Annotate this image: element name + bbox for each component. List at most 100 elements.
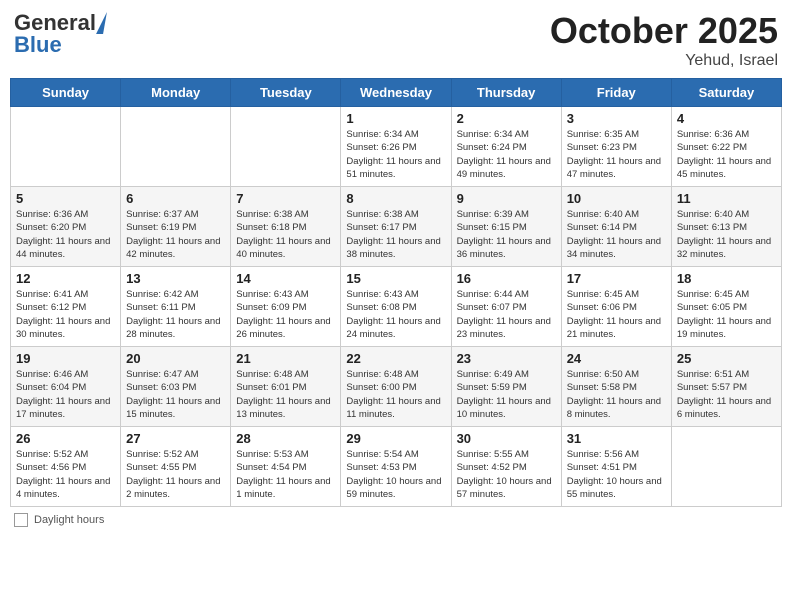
calendar-day-cell: 11 Sunrise: 6:40 AMSunset: 6:13 PMDayligh…: [671, 187, 781, 267]
page-header: General Blue October 2025 Yehud, Israel: [10, 10, 782, 70]
day-number: 5: [16, 191, 115, 206]
calendar-week-row: 26 Sunrise: 5:52 AMSunset: 4:56 PMDayligh…: [11, 427, 782, 507]
day-info: Sunrise: 5:52 AMSunset: 4:56 PMDaylight:…: [16, 448, 115, 501]
weekday-header-sunday: Sunday: [11, 79, 121, 107]
day-info: Sunrise: 6:38 AMSunset: 6:18 PMDaylight:…: [236, 208, 335, 261]
weekday-header-monday: Monday: [121, 79, 231, 107]
day-info: Sunrise: 6:48 AMSunset: 6:00 PMDaylight:…: [346, 368, 445, 421]
day-info: Sunrise: 6:37 AMSunset: 6:19 PMDaylight:…: [126, 208, 225, 261]
calendar-day-cell: [11, 107, 121, 187]
weekday-header-tuesday: Tuesday: [231, 79, 341, 107]
location-heading: Yehud, Israel: [550, 52, 778, 70]
calendar-day-cell: [231, 107, 341, 187]
day-number: 16: [457, 271, 556, 286]
day-info: Sunrise: 6:41 AMSunset: 6:12 PMDaylight:…: [16, 288, 115, 341]
calendar-day-cell: 22 Sunrise: 6:48 AMSunset: 6:00 PMDayligh…: [341, 347, 451, 427]
day-info: Sunrise: 6:40 AMSunset: 6:14 PMDaylight:…: [567, 208, 666, 261]
calendar-day-cell: 7 Sunrise: 6:38 AMSunset: 6:18 PMDaylight…: [231, 187, 341, 267]
day-number: 8: [346, 191, 445, 206]
day-info: Sunrise: 6:47 AMSunset: 6:03 PMDaylight:…: [126, 368, 225, 421]
day-number: 9: [457, 191, 556, 206]
day-number: 2: [457, 111, 556, 126]
day-number: 25: [677, 351, 776, 366]
calendar-day-cell: 5Sunrise: 6:36 AMSunset: 6:20 PMDaylight…: [11, 187, 121, 267]
calendar-day-cell: [671, 427, 781, 507]
day-number: 23: [457, 351, 556, 366]
day-number: 1: [346, 111, 445, 126]
day-info: Sunrise: 6:36 AMSunset: 6:22 PMDaylight:…: [677, 128, 776, 181]
calendar-day-cell: 16 Sunrise: 6:44 AMSunset: 6:07 PMDayligh…: [451, 267, 561, 347]
calendar-day-cell: 31 Sunrise: 5:56 AMSunset: 4:51 PMDayligh…: [561, 427, 671, 507]
day-info: Sunrise: 6:42 AMSunset: 6:11 PMDaylight:…: [126, 288, 225, 341]
weekday-header-friday: Friday: [561, 79, 671, 107]
weekday-header-wednesday: Wednesday: [341, 79, 451, 107]
day-info: Sunrise: 6:45 AMSunset: 6:05 PMDaylight:…: [677, 288, 776, 341]
day-info: Sunrise: 6:34 AMSunset: 6:26 PMDaylight:…: [346, 128, 445, 181]
day-info: Sunrise: 6:43 AMSunset: 6:08 PMDaylight:…: [346, 288, 445, 341]
day-info: Sunrise: 6:38 AMSunset: 6:17 PMDaylight:…: [346, 208, 445, 261]
day-number: 24: [567, 351, 666, 366]
day-number: 6: [126, 191, 225, 206]
calendar-day-cell: 29Sunrise: 5:54 AMSunset: 4:53 PMDayligh…: [341, 427, 451, 507]
calendar-body: 1 Sunrise: 6:34 AMSunset: 6:26 PMDaylight…: [11, 107, 782, 507]
calendar-day-cell: 24 Sunrise: 6:50 AMSunset: 5:58 PMDayligh…: [561, 347, 671, 427]
day-info: Sunrise: 6:44 AMSunset: 6:07 PMDaylight:…: [457, 288, 556, 341]
day-number: 28: [236, 431, 335, 446]
day-info: Sunrise: 5:53 AMSunset: 4:54 PMDaylight:…: [236, 448, 335, 501]
logo-blue: Blue: [14, 32, 62, 58]
day-info: Sunrise: 6:43 AMSunset: 6:09 PMDaylight:…: [236, 288, 335, 341]
calendar-day-cell: 8 Sunrise: 6:38 AMSunset: 6:17 PMDaylight…: [341, 187, 451, 267]
day-number: 21: [236, 351, 335, 366]
day-number: 12: [16, 271, 115, 286]
month-title: October 2025 Yehud, Israel: [550, 10, 778, 70]
calendar-day-cell: 10 Sunrise: 6:40 AMSunset: 6:14 PMDayligh…: [561, 187, 671, 267]
calendar-day-cell: 14Sunrise: 6:43 AMSunset: 6:09 PMDayligh…: [231, 267, 341, 347]
calendar-day-cell: 28 Sunrise: 5:53 AMSunset: 4:54 PMDayligh…: [231, 427, 341, 507]
day-number: 11: [677, 191, 776, 206]
day-info: Sunrise: 5:52 AMSunset: 4:55 PMDaylight:…: [126, 448, 225, 501]
calendar-day-cell: 6 Sunrise: 6:37 AMSunset: 6:19 PMDaylight…: [121, 187, 231, 267]
day-number: 15: [346, 271, 445, 286]
daylight-legend-label: Daylight hours: [34, 514, 104, 526]
day-info: Sunrise: 6:45 AMSunset: 6:06 PMDaylight:…: [567, 288, 666, 341]
day-number: 30: [457, 431, 556, 446]
month-heading: October 2025: [550, 10, 778, 52]
calendar-week-row: 12 Sunrise: 6:41 AMSunset: 6:12 PMDayligh…: [11, 267, 782, 347]
day-number: 10: [567, 191, 666, 206]
calendar-day-cell: 13Sunrise: 6:42 AMSunset: 6:11 PMDayligh…: [121, 267, 231, 347]
weekday-header-row: SundayMondayTuesdayWednesdayThursdayFrid…: [11, 79, 782, 107]
day-number: 27: [126, 431, 225, 446]
calendar-day-cell: 15 Sunrise: 6:43 AMSunset: 6:08 PMDayligh…: [341, 267, 451, 347]
calendar-day-cell: [121, 107, 231, 187]
day-number: 7: [236, 191, 335, 206]
calendar-day-cell: 17 Sunrise: 6:45 AMSunset: 6:06 PMDayligh…: [561, 267, 671, 347]
calendar-day-cell: 12 Sunrise: 6:41 AMSunset: 6:12 PMDayligh…: [11, 267, 121, 347]
day-info: Sunrise: 6:40 AMSunset: 6:13 PMDaylight:…: [677, 208, 776, 261]
day-number: 31: [567, 431, 666, 446]
weekday-header-saturday: Saturday: [671, 79, 781, 107]
day-info: Sunrise: 6:39 AMSunset: 6:15 PMDaylight:…: [457, 208, 556, 261]
calendar-day-cell: 30Sunrise: 5:55 AMSunset: 4:52 PMDayligh…: [451, 427, 561, 507]
calendar-day-cell: 2 Sunrise: 6:34 AMSunset: 6:24 PMDaylight…: [451, 107, 561, 187]
day-number: 26: [16, 431, 115, 446]
day-info: Sunrise: 6:34 AMSunset: 6:24 PMDaylight:…: [457, 128, 556, 181]
calendar-week-row: 1 Sunrise: 6:34 AMSunset: 6:26 PMDaylight…: [11, 107, 782, 187]
daylight-legend-box: [14, 513, 28, 527]
calendar-day-cell: 19 Sunrise: 6:46 AMSunset: 6:04 PMDayligh…: [11, 347, 121, 427]
day-number: 22: [346, 351, 445, 366]
calendar-day-cell: 4Sunrise: 6:36 AMSunset: 6:22 PMDaylight…: [671, 107, 781, 187]
day-info: Sunrise: 6:51 AMSunset: 5:57 PMDaylight:…: [677, 368, 776, 421]
calendar-day-cell: 21Sunrise: 6:48 AMSunset: 6:01 PMDayligh…: [231, 347, 341, 427]
calendar-day-cell: 18 Sunrise: 6:45 AMSunset: 6:05 PMDayligh…: [671, 267, 781, 347]
calendar-day-cell: 1 Sunrise: 6:34 AMSunset: 6:26 PMDaylight…: [341, 107, 451, 187]
day-number: 19: [16, 351, 115, 366]
day-number: 17: [567, 271, 666, 286]
day-info: Sunrise: 6:49 AMSunset: 5:59 PMDaylight:…: [457, 368, 556, 421]
calendar-day-cell: 3Sunrise: 6:35 AMSunset: 6:23 PMDaylight…: [561, 107, 671, 187]
day-number: 18: [677, 271, 776, 286]
footer: Daylight hours: [10, 513, 782, 527]
day-info: Sunrise: 5:54 AMSunset: 4:53 PMDaylight:…: [346, 448, 445, 501]
day-info: Sunrise: 5:56 AMSunset: 4:51 PMDaylight:…: [567, 448, 666, 501]
day-info: Sunrise: 6:46 AMSunset: 6:04 PMDaylight:…: [16, 368, 115, 421]
day-info: Sunrise: 6:50 AMSunset: 5:58 PMDaylight:…: [567, 368, 666, 421]
